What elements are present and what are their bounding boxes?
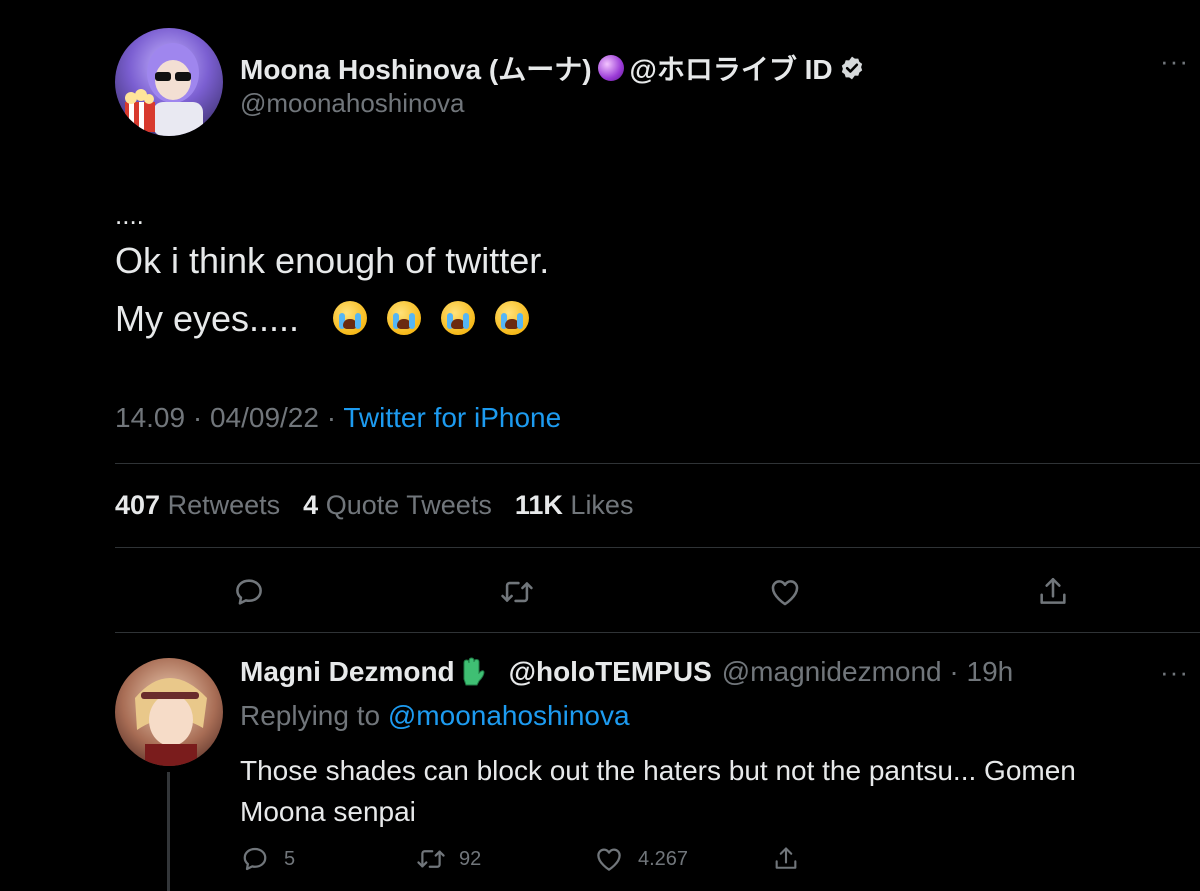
retweet-icon (417, 850, 445, 868)
tweet-meta: 14.09 · 04/09/22 · Twitter for iPhone (115, 402, 561, 434)
author-avatar[interactable] (115, 28, 223, 136)
reply-author-suffix[interactable]: @holoTEMPUS (509, 656, 712, 688)
retweets-count: 407 (115, 490, 161, 520)
likes-stat[interactable]: 11K Likes (515, 490, 634, 520)
share-icon (1040, 577, 1066, 604)
tweet-line-2-text: My eyes..... (115, 298, 300, 339)
reply-reply-button[interactable]: 5 (240, 844, 295, 874)
quotes-label: Quote Tweets (325, 490, 492, 520)
reply-handle-time[interactable]: @magnidezmond · 19h (722, 656, 1013, 688)
loudly-crying-emoji-2 (387, 301, 422, 335)
author-name[interactable]: Moona Hoshinova (ムーナ) @ホロライブ ID (240, 48, 865, 88)
likes-label: Likes (570, 490, 634, 520)
divider-top (115, 463, 1200, 464)
retweet-button[interactable] (494, 572, 540, 612)
like-icon (771, 580, 799, 606)
loudly-crying-emoji-1 (333, 301, 368, 335)
share-icon (775, 847, 797, 869)
reply-thread-line (167, 772, 170, 891)
tweet-line-2: My eyes..... (115, 290, 549, 348)
author-name-text: Moona Hoshinova (ムーナ) (240, 54, 592, 85)
reply-retweet-button[interactable]: 92 (415, 844, 481, 874)
tweet-line-1: Ok i think enough of twitter. (115, 240, 550, 281)
reply-like-button[interactable]: 4.267 (594, 844, 688, 874)
loudly-crying-emoji-3 (441, 301, 476, 335)
glove-emoji (459, 657, 485, 687)
reply-button[interactable] (226, 572, 272, 612)
tweet-timestamp[interactable]: 14.09 · 04/09/22 · (115, 402, 336, 433)
replying-to-handle[interactable]: @moonahoshinova (388, 700, 630, 731)
loudly-crying-emoji-4 (495, 301, 530, 335)
reply-author-name[interactable]: Magni Dezmond (240, 656, 455, 688)
reply-author-avatar[interactable] (115, 658, 223, 766)
tweet-text: .... Ok i think enough of twitter. My ey… (115, 198, 549, 348)
reply-icon (236, 579, 262, 605)
reply-like-count: 4.267 (638, 847, 689, 870)
tweet-stats: 407 Retweets 4 Quote Tweets 11K Likes (115, 490, 633, 521)
likes-count: 11K (514, 490, 563, 520)
reply-reply-count: 5 (284, 847, 296, 870)
verified-badge-icon (839, 55, 865, 81)
tweet-line-dots: .... (115, 200, 144, 230)
more-options-icon[interactable]: ··· (1160, 48, 1189, 74)
retweets-label: Retweets (167, 490, 281, 520)
retweets-stat[interactable]: 407 Retweets (115, 490, 288, 520)
quotes-stat[interactable]: 4 Quote Tweets (303, 490, 499, 520)
divider-stats (115, 547, 1200, 548)
reply-text: Those shades can block out the haters bu… (240, 755, 1076, 827)
divider-actions (115, 632, 1200, 633)
reply-share-button[interactable] (772, 844, 800, 874)
replying-to-label: Replying to (240, 700, 381, 731)
reply-action-bar: 5 92 4.267 (240, 844, 840, 878)
retweet-icon (501, 581, 533, 603)
crystal-ball-emoji (597, 55, 624, 81)
share-button[interactable] (1030, 572, 1076, 612)
tweet-source-link[interactable]: Twitter for iPhone (343, 402, 561, 433)
quotes-count: 4 (303, 490, 319, 520)
author-name-suffix: @ホロライブ ID (629, 54, 833, 85)
reply-header: Magni Dezmond @holoTEMPUS @magnidezmond … (240, 656, 1013, 688)
reply-more-options-icon[interactable]: ··· (1160, 659, 1189, 685)
like-icon (597, 848, 621, 871)
author-handle[interactable]: @moonahoshinova (240, 88, 464, 119)
like-button[interactable] (762, 572, 808, 612)
reply-retweet-count: 92 (459, 847, 482, 870)
replying-to: Replying to @moonahoshinova (240, 700, 630, 732)
reply-icon (243, 847, 267, 871)
